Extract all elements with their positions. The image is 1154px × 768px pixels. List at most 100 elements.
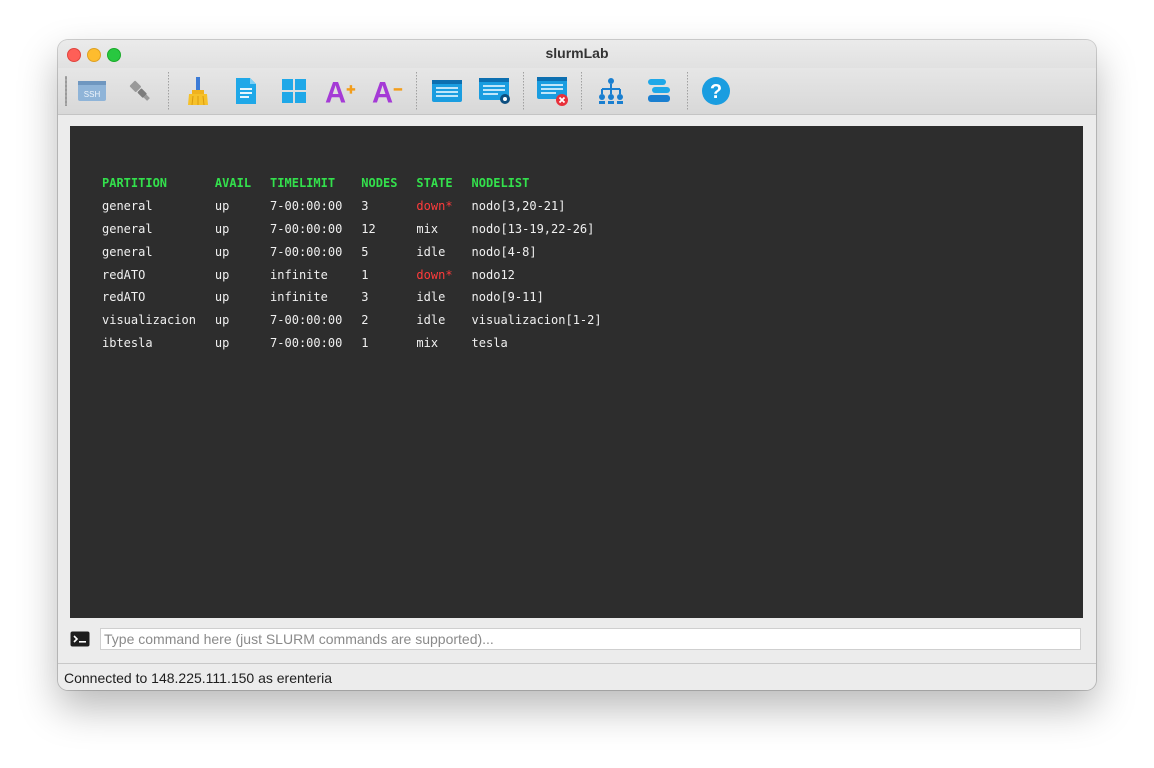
terminal-cell: down* — [416, 267, 453, 282]
terminal-row: redATO up infinite 3 idle nodo[9-11] — [95, 286, 614, 309]
column-header: STATE — [416, 176, 453, 191]
list-window-info-icon — [479, 78, 510, 104]
window-title: slurmLab — [545, 45, 609, 61]
command-row — [70, 628, 1083, 652]
hierarchy-icon — [599, 78, 623, 104]
app-window: slurmLab SSH A A ? PARTITION AVAIL TIMEL… — [58, 40, 1096, 690]
terminal-cell: nodo[13-19,22-26] — [471, 221, 595, 236]
terminal-cell: visualizacion — [102, 313, 196, 328]
terminal-cell: 7-00:00:00 — [270, 244, 343, 259]
terminal-row: ibtesla up 7-00:00:00 1 mix tesla — [95, 332, 614, 355]
grid-icon — [282, 79, 306, 103]
terminal-prompt-icon — [70, 631, 90, 647]
disconnect-button[interactable] — [123, 75, 157, 107]
terminal-row: visualizacion up 7-00:00:00 2 idle visualizac… — [95, 309, 614, 332]
terminal-cell: 5 — [361, 244, 369, 259]
terminal-cell: 2 — [361, 313, 369, 328]
terminal-cell: 1 — [361, 335, 369, 350]
toolbar-separator — [416, 72, 417, 110]
toolbar-separator — [581, 72, 582, 110]
clear-button[interactable] — [181, 75, 215, 107]
terminal-cell: redATO — [102, 267, 146, 282]
toolbar-grip[interactable] — [65, 76, 67, 106]
sinfo-table: PARTITION AVAIL TIMELIMIT NODES STATE NODELIS… — [95, 172, 614, 354]
terminal-row: general up 7-00:00:00 12 mix nodo[13-19,22-26… — [95, 218, 614, 241]
terminal-cell: 7-00:00:00 — [270, 199, 343, 214]
terminal-cell: general — [102, 244, 153, 259]
terminal-cell: 7-00:00:00 — [270, 221, 343, 236]
help-icon-label: ? — [710, 81, 722, 103]
terminal-cell: ibtesla — [102, 335, 153, 350]
terminal-cell: 12 — [361, 221, 376, 236]
command-input[interactable] — [100, 628, 1081, 650]
toolbar: SSH A A ? — [58, 68, 1096, 115]
terminal-cell: 7-00:00:00 — [270, 335, 343, 350]
terminal-cell: redATO — [102, 290, 146, 305]
title-bar: slurmLab — [58, 40, 1096, 68]
terminal-cell: mix — [416, 221, 439, 236]
queue-button[interactable] — [430, 75, 464, 107]
column-header: PARTITION — [102, 176, 168, 191]
terminal-cell: up — [214, 313, 230, 328]
terminal-cell: 1 — [361, 267, 369, 282]
terminal-cell: idle — [416, 313, 446, 328]
terminal-cell: up — [214, 290, 230, 305]
terminal-cell: tesla — [471, 335, 508, 350]
ssh-connect-button[interactable]: SSH — [75, 75, 109, 107]
status-bar: Connected to 148.225.111.150 as erenteri… — [58, 663, 1096, 690]
job-info-button[interactable] — [478, 75, 512, 107]
terminal-cell: infinite — [270, 267, 328, 282]
font-increase-button[interactable]: A — [324, 75, 358, 107]
terminal-row: general up 7-00:00:00 3 down* nodo[3,20-21] — [95, 195, 614, 218]
help-icon: ? — [702, 77, 730, 105]
terminal-cell: 3 — [361, 290, 369, 305]
document-icon — [236, 78, 256, 104]
terminal-cell: up — [214, 199, 230, 214]
toolbar-separator — [687, 72, 688, 110]
terminal-cell: nodo12 — [471, 267, 515, 282]
terminal-cell: nodo[4-8] — [471, 244, 537, 259]
terminal-cell: nodo[9-11] — [471, 290, 544, 305]
column-header: TIMELIMIT — [270, 176, 336, 191]
font-increase-icon: A — [325, 77, 356, 107]
broom-icon — [188, 77, 208, 106]
terminal-cell: 7-00:00:00 — [270, 313, 343, 328]
plug-icon — [129, 80, 150, 101]
ssh-icon-label: SSH — [84, 90, 101, 99]
list-window-icon — [432, 80, 462, 102]
terminal-row: general up 7-00:00:00 5 idle nodo[4-8] — [95, 240, 614, 263]
list-window-cancel-icon — [537, 77, 568, 106]
terminal-cell: up — [214, 267, 230, 282]
terminal-cell: visualizacion[1-2] — [471, 313, 602, 328]
ssh-icon: SSH — [78, 81, 106, 101]
toolbar-separator — [523, 72, 524, 110]
terminal-row: redATO up infinite 1 down* nodo12 — [95, 263, 614, 286]
connection-status: Connected to 148.225.111.150 as erenteri… — [64, 670, 333, 686]
help-button[interactable]: ? — [699, 75, 733, 107]
terminal-cell: mix — [416, 335, 439, 350]
stack-icon — [648, 79, 670, 102]
layout-button[interactable] — [277, 75, 311, 107]
cancel-job-button[interactable] — [536, 75, 570, 107]
terminal-cell: general — [102, 221, 153, 236]
terminal-cell: 3 — [361, 199, 369, 214]
font-decrease-button[interactable]: A — [371, 75, 405, 107]
column-header: AVAIL — [214, 176, 252, 191]
terminal-cell: infinite — [270, 290, 328, 305]
toolbar-separator — [168, 72, 169, 110]
terminal-cell: down* — [416, 199, 453, 214]
terminal-output[interactable]: PARTITION AVAIL TIMELIMIT NODES STATE NODELIS… — [70, 126, 1083, 618]
script-button[interactable] — [229, 75, 263, 107]
column-header: NODES — [361, 176, 398, 191]
nodes-button[interactable] — [642, 75, 676, 107]
terminal-header-row: PARTITION AVAIL TIMELIMIT NODES STATE NODELIS… — [95, 172, 614, 195]
column-header: NODELIST — [471, 176, 530, 191]
font-decrease-icon: A — [372, 77, 403, 107]
terminal-cell: nodo[3,20-21] — [471, 199, 566, 214]
partition-tree-button[interactable] — [594, 75, 628, 107]
terminal-cell: up — [214, 244, 230, 259]
svg-text:A: A — [372, 77, 393, 107]
terminal-cell: up — [214, 335, 230, 350]
terminal-cell: idle — [416, 290, 446, 305]
terminal-cell: idle — [416, 244, 446, 259]
